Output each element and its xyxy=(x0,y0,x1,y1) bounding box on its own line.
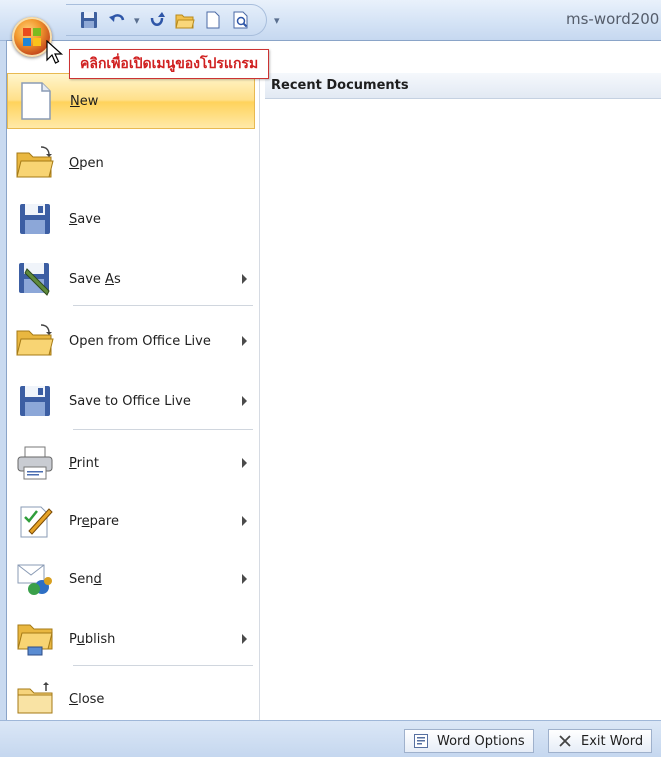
word-options-label: Word Options xyxy=(437,733,525,749)
send-icon xyxy=(13,557,57,601)
recent-documents-header: Recent Documents xyxy=(265,73,661,99)
menu-item-label: Prepare xyxy=(69,513,119,529)
save-icon[interactable] xyxy=(78,9,100,31)
submenu-arrow-icon xyxy=(242,274,247,284)
submenu-arrow-icon xyxy=(242,336,247,346)
menu-item-label: Print xyxy=(69,455,99,471)
save-as-icon xyxy=(13,257,57,301)
recent-documents-pane: Recent Documents xyxy=(265,73,661,721)
submenu-arrow-icon xyxy=(242,634,247,644)
mouse-cursor-icon xyxy=(46,40,64,64)
menu-item-label: Open from Office Live xyxy=(69,333,211,349)
undo-icon[interactable] xyxy=(106,9,128,31)
menu-item-label: Close xyxy=(69,691,105,707)
close-folder-icon xyxy=(13,677,57,721)
menu-item-label: Publish xyxy=(69,631,116,647)
menu-item-send[interactable]: Send xyxy=(7,551,255,607)
print-preview-icon[interactable] xyxy=(230,9,252,31)
open-folder-icon xyxy=(13,141,57,185)
menu-item-label: Save As xyxy=(69,271,121,287)
office-menu: New Open Save Save As Open from Office Live S… xyxy=(6,40,661,757)
menu-item-label: Save to Office Live xyxy=(69,393,191,409)
menu-separator xyxy=(73,665,253,666)
quick-access-toolbar: ▾ ▾ xyxy=(78,8,280,32)
menu-item-publish[interactable]: Publish xyxy=(7,611,255,667)
menu-item-label: Open xyxy=(69,155,104,171)
menu-item-open-from-office-live[interactable]: Open from Office Live xyxy=(7,313,255,369)
title-bar: ▾ ▾ ms-word200 xyxy=(0,0,661,41)
menu-item-save[interactable]: Save xyxy=(7,191,255,247)
menu-item-label: Send xyxy=(69,571,102,587)
exit-word-label: Exit Word xyxy=(581,733,644,749)
menu-item-new[interactable]: New xyxy=(7,73,255,129)
undo-dropdown-icon[interactable]: ▾ xyxy=(134,14,140,27)
customize-toolbar-icon[interactable]: ▾ xyxy=(274,14,280,27)
submenu-arrow-icon xyxy=(242,574,247,584)
menu-item-save-to-office-live[interactable]: Save to Office Live xyxy=(7,373,255,429)
word-options-icon xyxy=(413,733,429,749)
new-document-icon xyxy=(14,79,58,123)
office-button-tooltip: คลิกเพื่อเปิดเมนูของโปรแกรม xyxy=(69,49,270,79)
submenu-arrow-icon xyxy=(242,516,247,526)
open-folder-icon xyxy=(13,319,57,363)
close-x-icon xyxy=(557,733,573,749)
exit-word-button[interactable]: Exit Word xyxy=(548,729,653,753)
menu-separator xyxy=(73,305,253,306)
save-disk-icon xyxy=(13,197,57,241)
menu-item-label: Save xyxy=(69,211,101,227)
submenu-arrow-icon xyxy=(242,396,247,406)
prepare-icon xyxy=(13,499,57,543)
open-icon[interactable] xyxy=(174,9,196,31)
office-logo-icon xyxy=(23,28,41,46)
menu-item-label: New xyxy=(70,93,99,109)
menu-item-close[interactable]: Close xyxy=(7,671,255,727)
menu-separator xyxy=(73,429,253,430)
window-title: ms-word200 xyxy=(566,10,660,28)
publish-icon xyxy=(13,617,57,661)
menu-item-print[interactable]: Print xyxy=(7,435,255,491)
menu-item-save-as[interactable]: Save As xyxy=(7,251,255,307)
save-disk-icon xyxy=(13,379,57,423)
menu-item-open[interactable]: Open xyxy=(7,135,255,191)
word-options-button[interactable]: Word Options xyxy=(404,729,534,753)
menu-command-list: New Open Save Save As Open from Office Live S… xyxy=(7,73,260,721)
menu-bottom-bar: Word Options Exit Word xyxy=(0,720,661,757)
redo-icon[interactable] xyxy=(146,9,168,31)
menu-item-prepare[interactable]: Prepare xyxy=(7,493,255,549)
printer-icon xyxy=(13,441,57,485)
submenu-arrow-icon xyxy=(242,458,247,468)
new-icon[interactable] xyxy=(202,9,224,31)
